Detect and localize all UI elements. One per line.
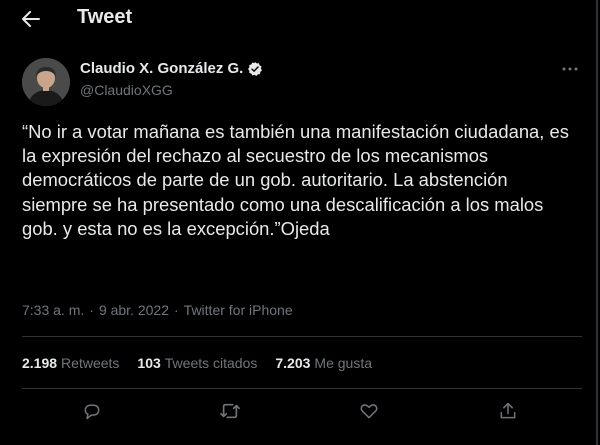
engagement-stats: 2.198 Retweets 103 Tweets citados 7.203 … (22, 355, 372, 371)
likes-stat[interactable]: 7.203 Me gusta (275, 355, 372, 371)
tweet-text: “No ir a votar mañana es también una man… (22, 121, 569, 239)
reply-icon (84, 404, 100, 420)
likes-label: Me gusta (314, 355, 373, 371)
retweets-label: Retweets (61, 355, 120, 371)
verified-badge-icon (248, 61, 263, 76)
quotes-label: Tweets citados (164, 355, 258, 371)
meta-separator: · (174, 302, 179, 318)
quotes-stat[interactable]: 103 Tweets citados (137, 355, 257, 371)
likes-count: 7.203 (275, 355, 311, 371)
divider (22, 336, 582, 337)
retweets-stat[interactable]: 2.198 Retweets (22, 355, 119, 371)
author-name[interactable]: Claudio X. González G. (80, 60, 263, 77)
retweet-button[interactable] (219, 400, 241, 422)
more-options-button[interactable] (560, 62, 580, 76)
top-bar: Tweet (0, 0, 600, 38)
author-handle[interactable]: @ClaudioXGG (80, 82, 173, 98)
heart-icon (360, 404, 378, 419)
arrow-left-icon (22, 11, 40, 27)
tweet-meta: 7:33 a. m. · 9 abr. 2022 · Twitter for i… (22, 302, 293, 318)
avatar-image (22, 58, 70, 106)
divider (22, 388, 582, 389)
tweet-date[interactable]: 9 abr. 2022 (99, 302, 169, 318)
share-icon (500, 402, 516, 419)
column-divider (596, 0, 598, 445)
like-button[interactable] (358, 400, 380, 422)
page-title: Tweet (77, 6, 133, 28)
more-horizontal-icon (562, 67, 578, 71)
tweet-source[interactable]: Twitter for iPhone (184, 302, 293, 318)
meta-separator: · (89, 302, 94, 318)
retweets-count: 2.198 (22, 355, 58, 371)
tweet-time[interactable]: 7:33 a. m. (22, 302, 84, 318)
avatar[interactable] (22, 58, 70, 106)
reply-button[interactable] (81, 400, 103, 422)
share-button[interactable] (497, 400, 519, 422)
back-button[interactable] (20, 9, 42, 29)
tweet-actions (0, 398, 600, 426)
quotes-count: 103 (137, 355, 161, 371)
author-name-text: Claudio X. González G. (80, 60, 244, 77)
retweet-icon (220, 403, 240, 419)
